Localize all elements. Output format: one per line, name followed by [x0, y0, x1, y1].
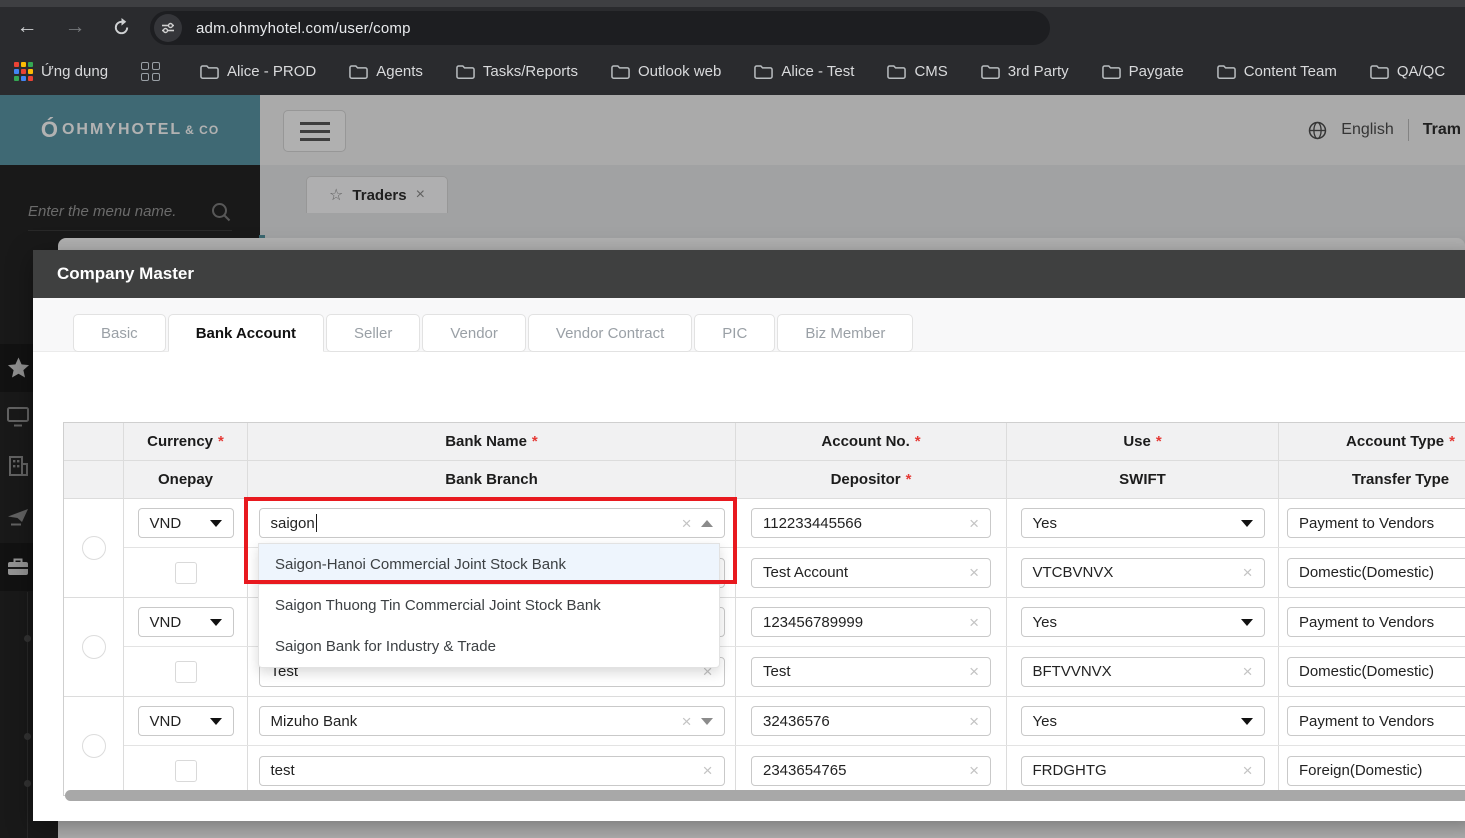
site-info-icon[interactable]	[154, 14, 182, 42]
onepay-checkbox[interactable]	[175, 661, 197, 683]
swift-input[interactable]: BFTVVNVX×	[1021, 657, 1265, 687]
row-select-radio[interactable]	[82, 635, 106, 659]
bookmark-folder[interactable]: CMS	[887, 63, 947, 80]
chevron-down-icon	[210, 520, 222, 527]
bank-branch-input[interactable]: test×	[259, 756, 725, 786]
bookmark-folder[interactable]: Content Team	[1217, 63, 1337, 80]
bookmark-folder[interactable]: Alice - Test	[754, 63, 854, 80]
clear-icon[interactable]: ×	[1243, 762, 1253, 779]
transfer-type-input[interactable]: Domestic(Domestic)	[1287, 558, 1465, 588]
table-header-row-1: Currency* Bank Name* Account No.* Use* A…	[64, 423, 1465, 461]
clear-icon[interactable]: ×	[682, 713, 692, 730]
currency-select[interactable]: VND	[138, 508, 234, 538]
swift-input[interactable]: VTCBVNVX×	[1021, 558, 1265, 588]
dialog-tabs: Basic Bank Account Seller Vendor Vendor …	[33, 298, 1465, 352]
depositor-input[interactable]: 2343654765×	[751, 756, 991, 786]
account-type-input[interactable]: Payment to Vendors	[1287, 607, 1465, 637]
row-select-radio[interactable]	[82, 734, 106, 758]
tab-vendor[interactable]: Vendor	[422, 314, 526, 352]
transfer-type-input[interactable]: Foreign(Domestic)	[1287, 756, 1465, 786]
table-header-row-2: Onepay Bank Branch Depositor* SWIFT Tran…	[64, 461, 1465, 499]
tab-biz-member[interactable]: Biz Member	[777, 314, 913, 352]
chevron-down-icon	[701, 718, 713, 725]
account-no-input[interactable]: 112233445566×	[751, 508, 991, 538]
account-type-input[interactable]: Payment to Vendors	[1287, 508, 1465, 538]
currency-select[interactable]: VND	[138, 706, 234, 736]
bookmark-folder[interactable]: 3rd Party	[981, 63, 1069, 80]
onepay-checkbox[interactable]	[175, 760, 197, 782]
clear-icon[interactable]: ×	[969, 713, 979, 730]
account-no-input[interactable]: 123456789999×	[751, 607, 991, 637]
use-select[interactable]: Yes	[1021, 706, 1265, 736]
depositor-input[interactable]: Test Account×	[751, 558, 991, 588]
chevron-down-icon	[210, 619, 222, 626]
table-row: VND Mizuho Bank× 32436576× Yes Payment t…	[64, 697, 1465, 795]
horizontal-scrollbar[interactable]	[65, 790, 1465, 801]
dropdown-option[interactable]: Saigon Thuong Tin Commercial Joint Stock…	[259, 585, 719, 626]
forward-icon[interactable]: →	[58, 10, 92, 44]
onepay-checkbox[interactable]	[175, 562, 197, 584]
chevron-down-icon	[210, 718, 222, 725]
browser-toolbar: ← → adm.ohmyhotel.com/user/comp	[0, 7, 1465, 48]
screen: ← → adm.ohmyhotel.com/user/comp	[0, 0, 1465, 838]
chevron-down-icon	[1241, 718, 1253, 725]
use-select[interactable]: Yes	[1021, 508, 1265, 538]
row-select-radio[interactable]	[82, 536, 106, 560]
clear-icon[interactable]: ×	[969, 762, 979, 779]
tab-pic[interactable]: PIC	[694, 314, 775, 352]
bookmark-folder[interactable]: Outlook web	[611, 63, 721, 80]
bookmark-folder[interactable]: QA/QC	[1370, 63, 1445, 80]
tab-vendor-contract[interactable]: Vendor Contract	[528, 314, 692, 352]
window-frame	[0, 0, 1465, 7]
bookmark-folder[interactable]: Tasks/Reports	[456, 63, 578, 80]
dialog-title: Company Master	[33, 250, 1465, 298]
clear-icon[interactable]: ×	[1243, 663, 1253, 680]
annotation-highlight-box	[244, 497, 737, 584]
tab-basic[interactable]: Basic	[73, 314, 166, 352]
clear-icon[interactable]: ×	[969, 663, 979, 680]
url-text: adm.ohmyhotel.com/user/comp	[196, 20, 411, 37]
reading-grid-icon[interactable]	[141, 62, 160, 81]
use-select[interactable]: Yes	[1021, 607, 1265, 637]
tab-seller[interactable]: Seller	[326, 314, 420, 352]
bank-name-combobox[interactable]: Mizuho Bank×	[259, 706, 725, 736]
currency-select[interactable]: VND	[138, 607, 234, 637]
depositor-input[interactable]: Test×	[751, 657, 991, 687]
clear-icon[interactable]: ×	[969, 614, 979, 631]
chevron-down-icon	[1241, 520, 1253, 527]
apps-grid-icon	[14, 62, 33, 81]
back-icon[interactable]: ←	[10, 10, 44, 44]
company-master-dialog: Company Master Basic Bank Account Seller…	[33, 250, 1465, 821]
clear-icon[interactable]: ×	[1243, 564, 1253, 581]
bookmarks-bar: Ứng dụng Alice - PROD Agents Tasks/Repor…	[0, 48, 1465, 95]
swift-input[interactable]: FRDGHTG×	[1021, 756, 1265, 786]
apps-shortcut[interactable]: Ứng dụng	[14, 62, 108, 81]
account-no-input[interactable]: 32436576×	[751, 706, 991, 736]
transfer-type-input[interactable]: Domestic(Domestic)	[1287, 657, 1465, 687]
bookmark-folder[interactable]: Alice - PROD	[200, 63, 316, 80]
account-type-input[interactable]: Payment to Vendors	[1287, 706, 1465, 736]
tab-bank-account[interactable]: Bank Account	[168, 314, 324, 352]
clear-icon[interactable]: ×	[969, 515, 979, 532]
bookmark-folder[interactable]: Paygate	[1102, 63, 1184, 80]
bookmark-folder[interactable]: Agents	[349, 63, 423, 80]
reload-icon[interactable]	[104, 10, 138, 44]
folder-icon	[200, 64, 219, 80]
clear-icon[interactable]: ×	[969, 564, 979, 581]
chevron-down-icon	[1241, 619, 1253, 626]
clear-icon[interactable]: ×	[703, 762, 713, 779]
address-bar[interactable]: adm.ohmyhotel.com/user/comp	[150, 11, 1050, 45]
dropdown-option[interactable]: Saigon Bank for Industry & Trade	[259, 626, 719, 667]
